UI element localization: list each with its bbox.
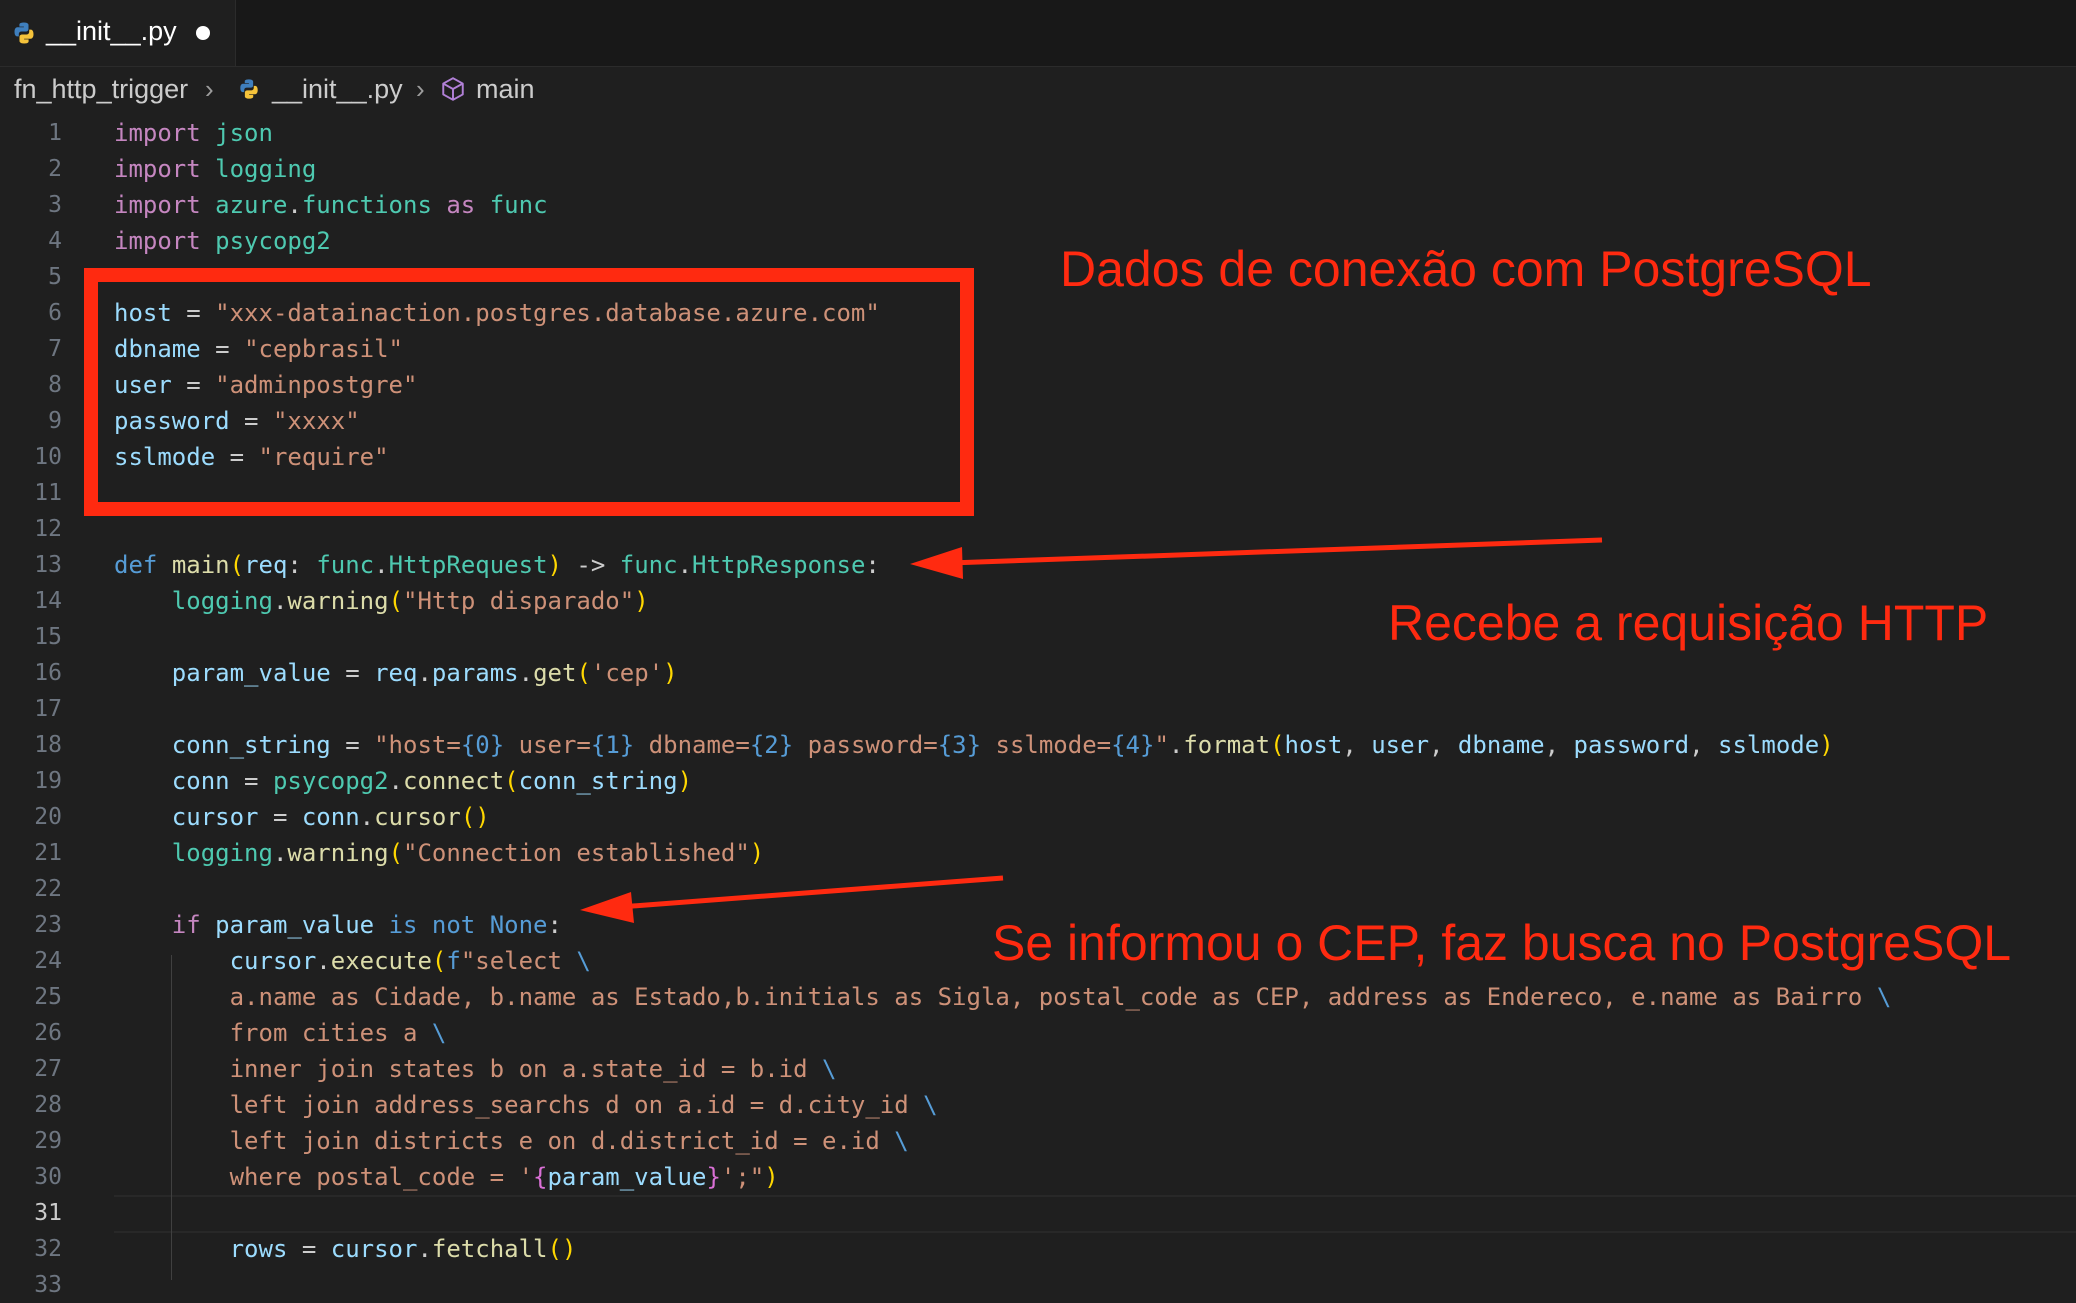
arrow-to-main: [910, 537, 1603, 579]
annotation-search: Se informou o CEP, faz busca no PostgreS…: [992, 915, 2012, 971]
annotation-request: Recebe a requisição HTTP: [1388, 595, 1989, 651]
annotation-connection: Dados de conexão com PostgreSQL: [1060, 241, 1872, 297]
arrow-to-if: [580, 875, 1004, 923]
